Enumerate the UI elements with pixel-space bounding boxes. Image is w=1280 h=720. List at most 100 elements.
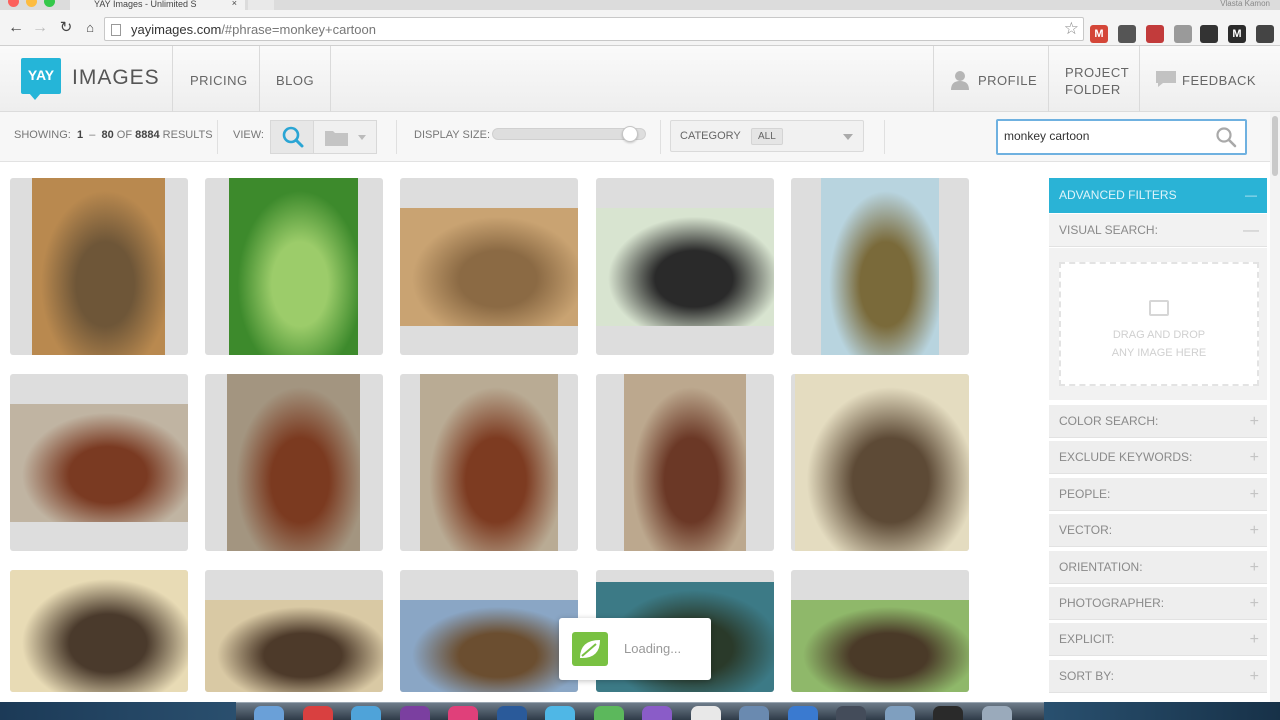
filter-section-people[interactable]: PEOPLE: +	[1049, 477, 1267, 511]
dock-app-icon[interactable]	[787, 706, 818, 720]
collapse-icon[interactable]: —	[1245, 178, 1257, 213]
dock-app-icon[interactable]	[981, 706, 1012, 720]
image-result-tile[interactable]	[400, 178, 578, 355]
image-result-tile[interactable]	[205, 374, 383, 551]
image-result-tile[interactable]	[10, 570, 188, 692]
browser-tab[interactable]: YAY Images - Unlimited S ×	[70, 0, 245, 10]
visual-search-section[interactable]: VISUAL SEARCH: —	[1049, 214, 1267, 247]
dock-app-icon[interactable]	[351, 706, 381, 720]
nav-blog-link[interactable]: BLOG	[276, 73, 314, 88]
image-result-tile[interactable]	[400, 374, 578, 551]
dock-app-icon[interactable]	[836, 706, 866, 720]
scrollbar-thumb[interactable]	[1272, 116, 1278, 176]
search-field[interactable]	[996, 119, 1247, 155]
filter-section-photographer[interactable]: PHOTOGRAPHER: +	[1049, 587, 1267, 620]
filter-section-orientation[interactable]: ORIENTATION: +	[1049, 550, 1267, 584]
monkey-photo[interactable]	[229, 178, 358, 355]
monkey-photo[interactable]	[205, 600, 383, 692]
project-folder-link[interactable]: PROJECT FOLDER	[1065, 64, 1135, 98]
expand-plus-icon[interactable]: +	[1250, 478, 1259, 511]
back-icon[interactable]: ←	[6, 18, 26, 38]
filter-section-vector[interactable]: VECTOR: +	[1049, 514, 1267, 548]
expand-plus-icon[interactable]: +	[1250, 623, 1259, 656]
expand-plus-icon[interactable]: +	[1250, 587, 1259, 620]
menu-extension-icon[interactable]	[1256, 25, 1274, 43]
close-window-icon[interactable]	[8, 0, 19, 7]
search-icon[interactable]	[1215, 126, 1237, 148]
image-result-tile[interactable]	[596, 178, 774, 355]
gmail-extension-icon[interactable]: M	[1090, 25, 1108, 43]
dock-app-icon[interactable]	[545, 706, 575, 720]
monkey-photo[interactable]	[596, 208, 774, 326]
image-result-tile[interactable]	[400, 570, 578, 692]
dock-app-icon[interactable]	[690, 706, 721, 720]
image-result-tile[interactable]	[791, 570, 969, 692]
image-result-tile[interactable]	[10, 178, 188, 355]
profile-link[interactable]: PROFILE	[978, 73, 1037, 88]
monkey-photo[interactable]	[795, 374, 969, 551]
feedback-speech-icon[interactable]	[1155, 70, 1177, 88]
filter-section-explicit[interactable]: EXPLICIT: +	[1049, 623, 1267, 657]
incognito-extension-icon[interactable]	[1146, 25, 1164, 43]
dock-app-icon[interactable]	[448, 706, 478, 720]
collapse-icon[interactable]: —	[1243, 214, 1259, 247]
monkey-photo[interactable]	[10, 570, 188, 692]
category-dropdown[interactable]: CATEGORY ALL	[670, 120, 864, 152]
yay-logo-text[interactable]: IMAGES	[72, 66, 160, 90]
image-dropzone[interactable]: DRAG AND DROP ANY IMAGE HERE	[1059, 262, 1259, 386]
image-result-tile[interactable]	[205, 178, 383, 355]
bookmark-star-icon[interactable]: ☆	[1064, 19, 1079, 39]
monkey-photo[interactable]	[400, 208, 578, 326]
expand-plus-icon[interactable]: +	[1250, 405, 1259, 438]
folder-view-button[interactable]	[313, 120, 377, 154]
close-tab-icon[interactable]: ×	[232, 0, 237, 8]
dock-app-icon[interactable]	[739, 706, 769, 720]
yay-logo-badge[interactable]: YAY	[21, 58, 61, 100]
monkey-photo[interactable]	[10, 404, 188, 522]
feedback-link[interactable]: FEEDBACK	[1182, 73, 1256, 88]
advanced-filters-header[interactable]: ADVANCED FILTERS —	[1049, 178, 1267, 213]
expand-plus-icon[interactable]: +	[1250, 514, 1259, 547]
settings-extension-icon[interactable]	[1200, 25, 1218, 43]
display-size-slider[interactable]	[492, 126, 646, 142]
dock-app-icon[interactable]	[399, 706, 430, 720]
page-scrollbar[interactable]	[1270, 112, 1280, 702]
dock-app-icon[interactable]	[254, 706, 284, 720]
monkey-photo[interactable]	[791, 600, 969, 692]
image-result-tile[interactable]	[791, 178, 969, 355]
address-bar[interactable]: yayimages.com/#phrase=monkey+cartoon ☆	[104, 17, 1084, 41]
download-extension-icon[interactable]	[1174, 25, 1192, 43]
monkey-photo[interactable]	[400, 600, 578, 692]
dock-app-icon[interactable]	[884, 706, 915, 720]
image-result-tile[interactable]	[10, 374, 188, 551]
home-icon[interactable]: ⌂	[80, 18, 100, 38]
expand-plus-icon[interactable]: +	[1250, 660, 1259, 693]
monkey-photo[interactable]	[821, 178, 939, 355]
monkey-photo[interactable]	[227, 374, 360, 551]
filter-section-sort-by[interactable]: SORT BY: +	[1049, 659, 1267, 693]
user-profile-icon[interactable]	[950, 70, 970, 90]
new-tab-button[interactable]	[248, 0, 274, 10]
nav-pricing-link[interactable]: PRICING	[190, 73, 248, 88]
expand-plus-icon[interactable]: +	[1250, 441, 1259, 474]
reload-icon[interactable]: ↻	[56, 18, 76, 38]
dock-app-icon[interactable]	[302, 706, 333, 720]
maximize-window-icon[interactable]	[44, 0, 55, 7]
browser-profile-name[interactable]: Vlasta Kamon	[1220, 0, 1270, 8]
minimize-window-icon[interactable]	[26, 0, 37, 7]
m-extension-icon[interactable]: M	[1228, 25, 1246, 43]
image-result-tile[interactable]	[205, 570, 383, 692]
display-size-slider-handle[interactable]	[622, 126, 638, 142]
monkey-photo[interactable]	[420, 374, 558, 551]
dock-app-icon[interactable]	[593, 706, 624, 720]
forward-icon[interactable]: →	[30, 18, 50, 38]
search-input[interactable]	[1004, 129, 1204, 143]
dock-app-icon[interactable]	[642, 706, 672, 720]
search-view-button[interactable]	[270, 120, 314, 154]
expand-plus-icon[interactable]: +	[1250, 551, 1259, 584]
filter-section-exclude-keywords[interactable]: EXCLUDE KEYWORDS: +	[1049, 441, 1267, 475]
filter-section-color-search[interactable]: COLOR SEARCH: +	[1049, 405, 1267, 438]
dock-app-icon[interactable]	[933, 706, 963, 720]
dock-app-icon[interactable]	[496, 706, 527, 720]
monkey-photo[interactable]	[32, 178, 165, 355]
